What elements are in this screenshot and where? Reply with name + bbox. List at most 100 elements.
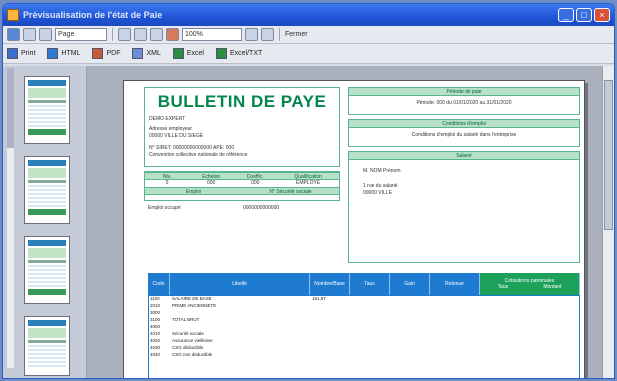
table-cell [481,324,531,331]
table-cell: 151,67 [312,296,326,301]
table-cell [431,324,481,331]
company-address-line: Adresse employeur [149,126,193,132]
classification-block: Niv. Echelon Coeffic. Qualification 0 00… [144,171,340,201]
table-cell [311,310,351,317]
table-cell [431,345,481,352]
table-row: 4040 CSG non déductible [149,352,579,359]
export-print-button[interactable]: Print [7,48,35,59]
search-icon[interactable] [150,28,163,41]
table-row: 2010 PRIME ANCIENNETE [149,303,579,310]
conditions-value: Conditions d'emploi du salarié dans l'en… [411,132,517,138]
table-cell: 4010 [150,331,161,336]
export-label: Excel [186,50,204,57]
company-name: DEMO EXPERT [149,116,186,122]
grid-icon[interactable] [39,28,52,41]
conditions-header: Conditions d'emploi [349,120,579,128]
page-thumbnail[interactable] [24,156,70,224]
payslip-title: BULLETIN DE PAYE [157,92,327,111]
zoom-in-icon[interactable] [118,28,131,41]
table-cell [431,352,481,359]
html-icon [47,48,59,59]
col-header: Gain [390,273,430,295]
export-excel-button[interactable]: Excel [172,48,204,59]
table-cell: TOTAL BRUT [172,317,200,322]
scroll-thumb[interactable] [604,80,613,230]
classification-col: Coeffic. [246,174,264,180]
export-pdf-button[interactable]: PDF [92,48,120,59]
table-row: 3100 TOTAL BRUT [149,317,579,324]
table-cell [431,317,481,324]
table-cell [171,310,311,317]
page-combo[interactable]: Page [55,28,107,41]
zoom-combo[interactable]: 100% [182,28,242,41]
company-ids: N° SIRET: 00000000000000 APE: 000 [149,145,235,151]
table-cell [351,303,391,310]
export-label: XML [146,50,161,57]
classification-value: EMPLOYE [296,180,321,186]
table-cell [311,303,351,310]
employee-line: 1 rue du salarié [363,183,398,189]
table-cell [311,331,351,338]
table-cell [391,352,431,359]
table-cell [351,324,391,331]
print-icon [7,48,18,59]
fit-width-icon[interactable] [261,28,274,41]
export-exceltxt-button[interactable]: Excel/TXT [216,48,262,59]
excel-icon [172,48,184,59]
table-cell [391,303,431,310]
export-xml-button[interactable]: XML [132,48,161,59]
table-cell [311,324,351,331]
xml-icon [132,48,144,59]
page-thumbnail[interactable] [24,76,70,144]
zoom-out-icon[interactable] [134,28,147,41]
conditions-block: Conditions d'emploi Conditions d'emploi … [348,119,580,147]
page-thumbnail[interactable] [24,236,70,304]
close-preview-link[interactable]: Fermer [285,31,308,38]
period-header: Période de paie [349,88,579,96]
export-label: Excel/TXT [230,50,263,57]
company-address-line: 00000 VILLE DU SIEGE [149,133,204,139]
table-cell [481,338,531,345]
maximize-button[interactable]: □ [576,8,592,22]
thumbnail-scroll-thumb[interactable] [7,68,14,148]
lines-table-header: Code Libellé Nombre/Base Taux Gain Reten… [148,273,580,295]
table-cell [351,345,391,352]
title-bar: Prévisualisation de l'état de Paie _ □ × [3,4,614,26]
period-block: Période de paie Période: 000 du 01/01/20… [348,87,580,115]
table-cell [351,352,391,359]
employee-block: Salarié M. NOM Prénom 1 rue du salarié 0… [348,151,580,263]
fit-page-icon[interactable] [245,28,258,41]
export-html-button[interactable]: HTML [47,48,80,59]
table-cell: SALAIRE DE BASE [172,296,212,301]
minimize-button[interactable]: _ [558,8,574,22]
table-row: 4030 CSG déductible [149,345,579,352]
employer-block: BULLETIN DE PAYE DEMO EXPERT Adresse emp… [144,87,340,167]
table-row: 1100 SALAIRE DE BASE 151,67 [149,296,579,303]
first-page-icon[interactable] [7,28,20,41]
previous-page-icon[interactable] [23,28,36,41]
page-viewer: BULLETIN DE PAYE DEMO EXPERT Adresse emp… [87,66,614,378]
convention-text: Convention collective nationale de référ… [149,152,248,158]
vertical-scrollbar[interactable] [602,66,614,378]
table-cell: 3100 [150,317,161,322]
excel-txt-icon [216,48,227,59]
export-label: PDF [106,50,121,57]
classification-value: 000 [251,180,260,186]
classification-col: Qualification [294,174,322,180]
payslip-page: BULLETIN DE PAYE DEMO EXPERT Adresse emp… [123,80,585,378]
refresh-icon[interactable] [166,28,179,41]
employee-line: M. NOM Prénom [363,168,401,174]
table-cell [391,296,431,303]
lines-rows: 1100 SALAIRE DE BASE 151,67 2010 PRIME ANCIE… [149,296,579,359]
col-subheader: Taux [497,284,509,290]
table-cell [311,352,351,359]
emploi-header: Emploi N° Sécurité sociale [145,187,339,195]
close-window-button[interactable]: × [594,8,610,22]
preview-window: Prévisualisation de l'état de Paie _ □ ×… [2,3,615,379]
emploi-value: Emploi occupé [148,205,181,211]
table-cell: Sécurité sociale [172,331,204,336]
thumbnail-scrollbar[interactable] [7,68,14,368]
page-thumbnail[interactable] [24,316,70,376]
table-cell [391,324,431,331]
col-header: Retenue [430,273,480,295]
